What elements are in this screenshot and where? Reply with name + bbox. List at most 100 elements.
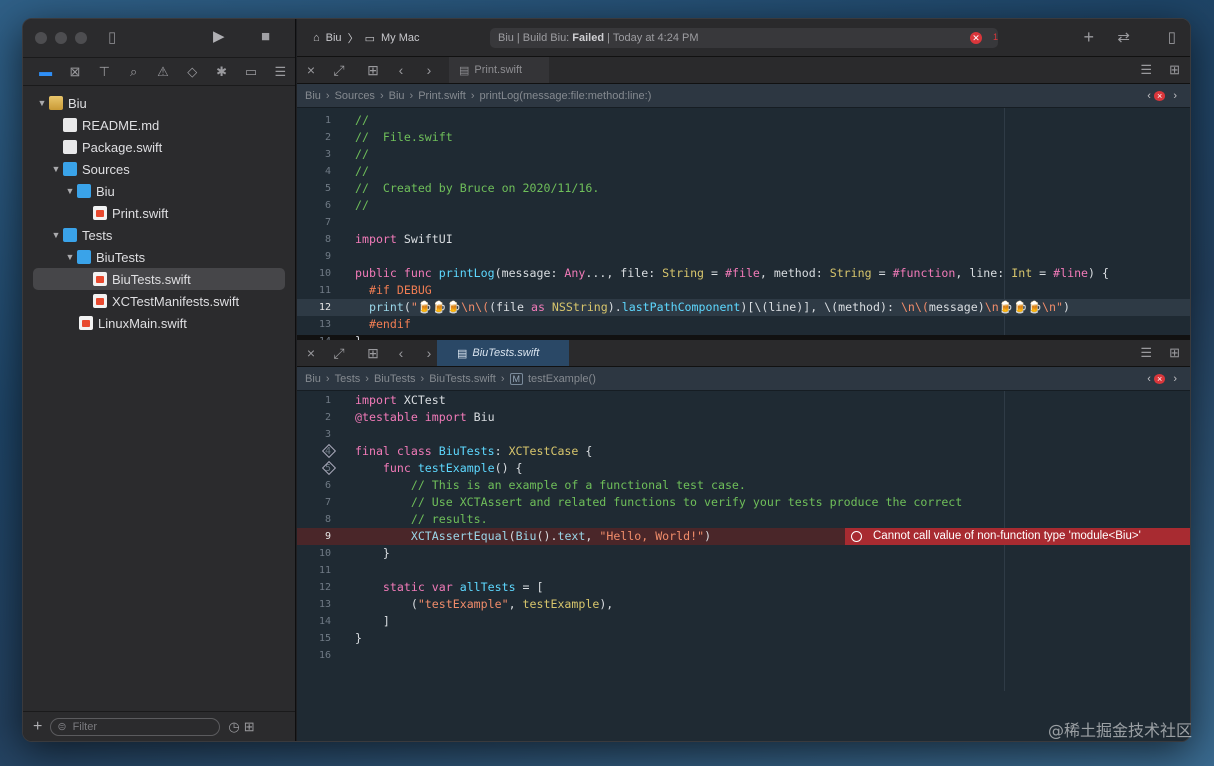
run-icon[interactable]: ▶ (213, 28, 225, 46)
separator: | (607, 32, 610, 44)
line-number: 2 (324, 412, 331, 423)
chevron-right-icon: › (470, 89, 475, 102)
tree-item-xctestmanifests[interactable]: XCTestManifests.swift (23, 290, 295, 312)
scheme-selector[interactable]: ⌂ Biu 〉 ▭ My Mac (313, 30, 419, 46)
line-number: 1 (324, 395, 331, 406)
debug-icon[interactable]: ✱ (207, 64, 236, 80)
chevron-right-icon: › (379, 89, 384, 102)
folder-icon[interactable]: ▬ (31, 64, 60, 79)
issue-navigation[interactable]: ‹ × › (1147, 90, 1177, 102)
report-icon[interactable]: ☰ (266, 64, 295, 80)
filter-placeholder: Filter (72, 720, 98, 733)
breadcrumb-item[interactable]: Print.swift (418, 90, 466, 102)
breadcrumb-item[interactable]: printLog(message:file:method:line:) (480, 90, 652, 102)
bottom-code-editor[interactable]: 1 import XCTest 2 @testable import Biu 3 4… (297, 391, 1190, 691)
breadcrumb-item[interactable]: BiuTests.swift (429, 373, 496, 385)
breadcrumb-item[interactable]: Biu (305, 90, 321, 102)
back-icon[interactable]: ‹ (387, 345, 415, 361)
search-icon[interactable]: ⌕ (119, 64, 148, 80)
breadcrumb-item[interactable]: BiuTests (374, 373, 416, 385)
tree-item-biutests-swift[interactable]: BiuTests.swift (33, 268, 285, 290)
warning-icon[interactable]: ⚠ (148, 64, 177, 80)
tree-item-linuxmain[interactable]: LinuxMain.swift (23, 312, 295, 334)
tree-item-project[interactable]: ▼ Biu (23, 92, 295, 114)
tree-item-label: Biu (96, 183, 115, 199)
editor-area: ⌂ Biu 〉 ▭ My Mac Biu | Build Biu: Failed… (297, 19, 1190, 741)
line-number: 8 (324, 234, 331, 245)
error-icon[interactable]: ✕ (970, 32, 982, 44)
swift-file-icon (93, 206, 107, 220)
source-control-icon[interactable]: ⊠ (60, 64, 89, 80)
test-folder-icon (63, 228, 77, 242)
line-number: 2 (324, 132, 331, 143)
error-annotation[interactable]: Cannot call value of non-function type '… (845, 528, 1190, 545)
breadcrumb-item[interactable]: Tests (335, 373, 361, 385)
chevron-down-icon[interactable]: ▼ (63, 186, 77, 196)
chevron-right-icon: › (420, 372, 425, 385)
tree-item-biu-folder[interactable]: ▼ Biu (23, 180, 295, 202)
grid-icon[interactable]: ⊞ (359, 62, 387, 79)
expand-icon[interactable]: ⤢ (325, 345, 353, 362)
scm-filter-icon[interactable]: ⊞ (244, 719, 255, 735)
line-number: 7 (324, 497, 331, 508)
breadcrumb-item[interactable]: Sources (335, 90, 375, 102)
tree-item-package[interactable]: Package.swift (23, 136, 295, 158)
tree-item-label: Package.swift (82, 139, 163, 155)
breakpoint-icon[interactable]: ▭ (236, 64, 265, 80)
tree-item-biutests-folder[interactable]: ▼ BiuTests (23, 246, 295, 268)
scheme-name: Biu (325, 32, 342, 44)
chevron-down-icon[interactable]: ▼ (63, 252, 77, 262)
method-icon: M (509, 372, 523, 385)
expand-icon[interactable]: ⤢ (325, 62, 353, 79)
document-icon (63, 140, 77, 154)
add-icon[interactable]: + (1083, 27, 1094, 48)
tree-item-label: Tests (82, 227, 113, 243)
add-editor-icon[interactable]: ⊞ (1169, 345, 1180, 361)
tree-item-sources[interactable]: ▼ Sources (23, 158, 295, 180)
sidebar-toggle-icon[interactable]: ▯ (108, 29, 116, 47)
tree-item-readme[interactable]: README.md (23, 114, 295, 136)
tree-item-tests[interactable]: ▼ Tests (23, 224, 295, 246)
activity-project: Biu (498, 32, 514, 44)
test-icon[interactable]: ◇ (178, 64, 207, 80)
chevron-down-icon[interactable]: ▼ (49, 164, 63, 174)
tab-print-swift[interactable]: ▤ Print.swift (449, 57, 549, 83)
tab-biutests-swift[interactable]: ▤ BiuTests.swift (437, 340, 569, 366)
chevron-down-icon[interactable]: ▼ (49, 230, 63, 240)
close-icon[interactable]: × (297, 62, 325, 78)
breadcrumb-item[interactable]: Biu (305, 373, 321, 385)
issue-navigation[interactable]: ‹ × › (1147, 373, 1177, 385)
add-editor-icon[interactable]: ⊞ (1169, 62, 1180, 78)
recent-icon[interactable]: ◷ (228, 719, 239, 735)
tree-item-print-swift[interactable]: Print.swift (23, 202, 295, 224)
top-tab-bar: × ⤢ ⊞ ‹ › ▤ Print.swift ☰ ⊞ (297, 57, 1190, 84)
editor-options-icon[interactable]: ☰ (1140, 62, 1152, 78)
line-number: 3 (324, 429, 331, 440)
chevron-down-icon[interactable]: ▼ (35, 98, 49, 108)
breadcrumb-item[interactable]: testExample() (528, 373, 596, 385)
grid-icon[interactable]: ⊞ (359, 345, 387, 362)
top-code-editor[interactable]: 1// 2// File.swift 3// 4// 5// Created b… (297, 108, 1190, 364)
add-icon[interactable]: + (33, 718, 42, 736)
close-window-button[interactable] (35, 32, 47, 44)
breadcrumb-item[interactable]: Biu (389, 90, 405, 102)
error-icon: × (1154, 373, 1166, 384)
code-review-icon[interactable]: ⇄ (1117, 28, 1130, 46)
symbol-icon[interactable]: ⊤ (90, 64, 119, 80)
document-icon (63, 118, 77, 132)
minimize-window-button[interactable] (55, 32, 67, 44)
filter-input[interactable]: ⊜ Filter (50, 717, 221, 736)
zoom-window-button[interactable] (75, 32, 87, 44)
stop-icon[interactable]: ■ (261, 28, 270, 46)
line-number: 9 (324, 251, 331, 262)
inspector-toggle-icon[interactable]: ▯ (1168, 28, 1176, 46)
line-number: 15 (318, 633, 331, 644)
close-icon[interactable]: × (297, 345, 325, 361)
forward-icon[interactable]: › (415, 62, 443, 78)
back-icon[interactable]: ‹ (387, 62, 415, 78)
chevron-right-icon: › (325, 372, 330, 385)
chevron-right-icon: › (325, 89, 330, 102)
activity-view[interactable]: Biu | Build Biu: Failed | Today at 4:24 … (490, 28, 998, 48)
editor-options-icon[interactable]: ☰ (1140, 345, 1152, 361)
line-number: 3 (324, 149, 331, 160)
